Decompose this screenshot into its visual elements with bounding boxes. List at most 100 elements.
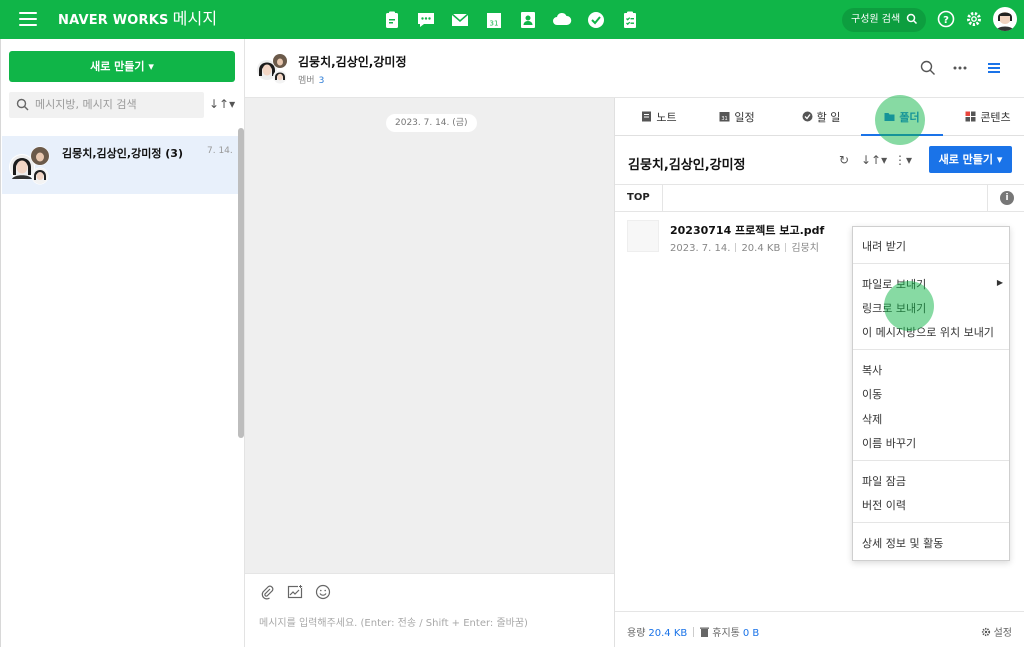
panel-footer: 용량 20.4 KB 휴지통 0 B 설정 bbox=[615, 611, 1024, 647]
menu-details[interactable]: 상세 정보 및 활동 bbox=[862, 535, 943, 551]
group-avatar bbox=[8, 145, 50, 187]
tab-schedule[interactable]: 31 일정 bbox=[703, 98, 771, 136]
more-options-button[interactable]: ⋮▾ bbox=[894, 153, 912, 167]
room-search-placeholder: 메시지방, 메시지 검색 bbox=[35, 98, 137, 111]
members-count: 3 bbox=[318, 76, 325, 86]
breadcrumb-top[interactable]: TOP bbox=[627, 185, 663, 211]
trash-icon bbox=[700, 627, 710, 637]
emoji-icon[interactable] bbox=[315, 584, 331, 600]
settings-label: 설정 bbox=[993, 628, 1012, 639]
calendar-icon: 31 bbox=[719, 112, 730, 122]
file-meta: 2023. 7. 14. 20.4 KB 김뭉치 bbox=[670, 239, 819, 254]
chat-members[interactable]: 멤버 3 bbox=[298, 73, 324, 86]
image-chart-icon[interactable] bbox=[287, 584, 303, 600]
refresh-icon[interactable]: ↻ bbox=[839, 153, 849, 167]
menu-copy[interactable]: 복사 bbox=[862, 362, 882, 378]
trash-value: 0 B bbox=[742, 628, 760, 639]
usage-value: 20.4 KB bbox=[648, 628, 688, 639]
task-icon[interactable] bbox=[585, 9, 606, 30]
menu-send-link[interactable]: 링크로 보내기 bbox=[862, 300, 926, 316]
calendar-icon[interactable]: 31 bbox=[483, 9, 504, 30]
attachment-icon[interactable] bbox=[259, 584, 275, 600]
top-bar: NAVER WORKS 메시지 31 구성원 검색 ? bbox=[0, 0, 1024, 39]
tab-todo[interactable]: 할 일 bbox=[785, 98, 857, 136]
list-view-icon[interactable] bbox=[986, 60, 1002, 76]
brand-subtitle: 메시지 bbox=[172, 9, 218, 28]
svg-text:31: 31 bbox=[722, 116, 728, 122]
file-size: 20.4 KB bbox=[741, 243, 781, 254]
file-thumbnail[interactable] bbox=[627, 220, 659, 252]
tab-label: 노트 bbox=[656, 111, 677, 124]
task-icon bbox=[802, 111, 813, 122]
contacts-icon[interactable] bbox=[517, 9, 538, 30]
new-room-button[interactable]: 새로 만들기 ▾ bbox=[9, 51, 235, 82]
tab-label: 콘텐츠 bbox=[980, 111, 1011, 124]
tab-note[interactable]: 노트 bbox=[625, 98, 693, 136]
trash-label[interactable]: 휴지통 bbox=[712, 628, 740, 639]
chat-title: 김뭉치,김상인,강미정 bbox=[298, 55, 407, 69]
sort-button[interactable]: ↓↑▾ bbox=[209, 97, 235, 111]
group-avatar bbox=[256, 53, 288, 85]
menu-send-location[interactable]: 이 메시지방으로 위치 보내기 bbox=[862, 324, 994, 340]
divider bbox=[853, 349, 1009, 350]
approval-icon[interactable] bbox=[619, 9, 640, 30]
sort-button[interactable]: ↓↑▾ bbox=[861, 153, 887, 167]
menu-delete[interactable]: 삭제 bbox=[862, 411, 882, 427]
mail-icon[interactable] bbox=[449, 9, 470, 30]
room-list-scrollbar[interactable] bbox=[238, 128, 244, 438]
member-search-button[interactable]: 구성원 검색 bbox=[842, 8, 926, 32]
room-name: 김뭉치,김상인,강미정 (3) bbox=[62, 147, 183, 160]
tab-label: 할 일 bbox=[816, 111, 841, 124]
divider bbox=[987, 185, 988, 211]
menu-move[interactable]: 이동 bbox=[862, 386, 882, 402]
user-avatar[interactable] bbox=[993, 7, 1017, 31]
note-icon bbox=[642, 111, 652, 122]
svg-text:31: 31 bbox=[489, 19, 498, 27]
divider bbox=[853, 460, 1009, 461]
more-icon[interactable] bbox=[952, 60, 968, 76]
usage-label: 용량 bbox=[627, 628, 646, 639]
menu-versions[interactable]: 버전 이력 bbox=[862, 497, 906, 513]
tab-label: 폴더 bbox=[899, 111, 920, 124]
settings-link[interactable]: 설정 bbox=[981, 624, 1012, 639]
tab-label: 일정 bbox=[734, 111, 755, 124]
room-search-input[interactable]: 메시지방, 메시지 검색 bbox=[9, 92, 204, 118]
menu-icon[interactable] bbox=[19, 12, 37, 26]
gear-icon[interactable] bbox=[965, 10, 983, 28]
folder-new-button[interactable]: 새로 만들기 ▾ bbox=[929, 146, 1012, 173]
help-icon[interactable]: ? bbox=[937, 10, 955, 28]
message-icon[interactable] bbox=[415, 9, 436, 30]
search-icon bbox=[906, 13, 918, 25]
room-date: 7. 14. bbox=[207, 146, 233, 156]
member-search-label: 구성원 검색 bbox=[851, 14, 901, 25]
menu-download[interactable]: 내려 받기 bbox=[862, 238, 906, 254]
message-input[interactable]: 메시지를 입력해주세요. (Enter: 전송 / Shift + Enter:… bbox=[259, 614, 528, 629]
menu-rename[interactable]: 이름 바꾸기 bbox=[862, 435, 916, 451]
storage-info: 용량 20.4 KB 휴지통 0 B bbox=[627, 624, 759, 639]
menu-lock[interactable]: 파일 잠금 bbox=[862, 473, 906, 489]
submenu-arrow-icon: ▶ bbox=[996, 278, 1003, 287]
app-brand[interactable]: NAVER WORKS 메시지 bbox=[58, 9, 217, 31]
file-context-menu: 내려 받기 파일로 보내기 ▶ 링크로 보내기 이 메시지방으로 위치 보내기 … bbox=[852, 226, 1010, 561]
contents-icon bbox=[965, 111, 976, 122]
folder-title: 김뭉치,김상인,강미정 bbox=[628, 158, 746, 173]
app-switcher: 31 bbox=[381, 9, 640, 30]
drive-icon[interactable] bbox=[551, 9, 572, 30]
room-list-item[interactable]: 김뭉치,김상인,강미정 (3) 7. 14. bbox=[2, 136, 238, 194]
folder-icon bbox=[884, 113, 895, 121]
breadcrumb: TOP i bbox=[615, 184, 1024, 212]
members-label: 멤버 bbox=[298, 76, 315, 86]
tab-folder[interactable]: 폴더 bbox=[861, 98, 943, 136]
tab-contents[interactable]: 콘텐츠 bbox=[951, 98, 1024, 136]
date-divider: 2023. 7. 14. (금) bbox=[386, 114, 477, 132]
file-date: 2023. 7. 14. bbox=[670, 243, 731, 254]
info-icon[interactable]: i bbox=[1000, 191, 1014, 205]
menu-send-file[interactable]: 파일로 보내기 bbox=[862, 276, 926, 292]
search-icon[interactable] bbox=[920, 60, 936, 76]
file-owner: 김뭉치 bbox=[791, 243, 819, 254]
divider bbox=[853, 263, 1009, 264]
file-name[interactable]: 20230714 프로젝트 보고.pdf bbox=[670, 222, 824, 238]
note-icon[interactable] bbox=[381, 9, 402, 30]
brand-name: NAVER WORKS bbox=[58, 13, 169, 28]
chat-header: 김뭉치,김상인,강미정 멤버 3 bbox=[245, 39, 1024, 98]
